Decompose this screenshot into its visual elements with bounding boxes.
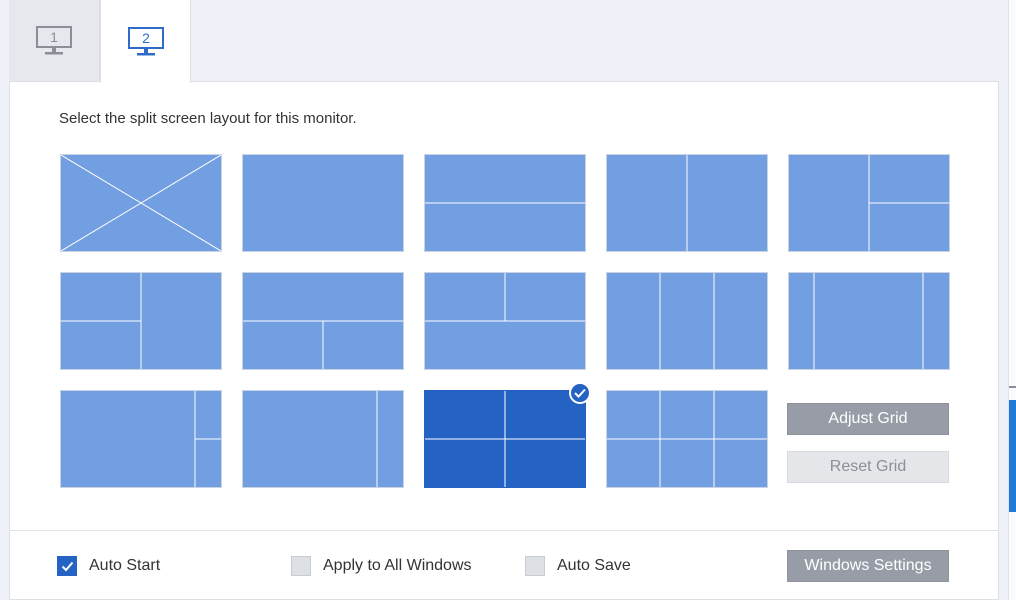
instruction-text: Select the split screen layout for this … [59,110,357,127]
selected-checkmark-icon [569,382,591,404]
layout-narrow-wide-narrow[interactable] [788,272,950,370]
layout-top-split-plus-bottom[interactable] [424,272,586,370]
layout-wide-plus-narrow-right-diagram [376,391,378,487]
checkmark-icon [61,561,73,571]
layout-two-columns[interactable] [606,154,768,252]
background-window-fragment [1009,400,1016,512]
tab-monitor-2[interactable]: 2 [100,0,191,83]
monitor-tabs: 1 2 [9,0,191,83]
auto-start-label: Auto Start [89,557,161,574]
auto-start-option[interactable]: Auto Start [57,556,160,576]
layout-left-split-plus-right[interactable] [60,272,222,370]
layout-grid-2x2-diagram [425,391,585,487]
layout-top-plus-bottom-split-diagram [243,320,403,369]
layout-two-rows-diagram [425,202,585,204]
layout-none[interactable] [60,154,222,252]
windows-settings-button[interactable]: Windows Settings [787,550,949,582]
apply-to-all-windows-option[interactable]: Apply to All Windows [291,556,472,576]
layout-wide-plus-narrow-right[interactable] [242,390,404,488]
apply-to-all-windows-checkbox[interactable] [291,556,311,576]
monitor-icon: 1 [36,26,72,55]
auto-save-checkbox[interactable] [525,556,545,576]
apply-to-all-windows-label: Apply to All Windows [323,557,472,574]
layout-two-columns-diagram [686,155,688,251]
auto-start-checkbox[interactable] [57,556,77,576]
tab-monitor-1[interactable]: 1 [9,0,100,82]
background-window-line [1009,386,1016,388]
layout-none-diagram [61,155,221,251]
monitor-icon: 2 [127,26,164,55]
layout-top-split-plus-bottom-diagram [425,273,585,322]
layout-wide-plus-right-split[interactable] [60,390,222,488]
auto-save-label: Auto Save [557,557,631,574]
background-window-edge [1008,0,1016,600]
layout-wide-plus-right-split-diagram [194,391,221,487]
tab-monitor-2-number: 2 [142,30,150,46]
layout-two-rows[interactable] [424,154,586,252]
layout-narrow-wide-narrow-diagram [813,273,924,369]
divider [10,530,998,531]
layout-three-columns-diagram [659,273,715,369]
layout-left-plus-right-split[interactable] [788,154,950,252]
layout-top-plus-bottom-split[interactable] [242,272,404,370]
layout-grid-3x2[interactable] [606,390,768,488]
adjust-grid-button[interactable]: Adjust Grid [787,403,949,435]
auto-save-option[interactable]: Auto Save [525,556,631,576]
reset-grid-button[interactable]: Reset Grid [787,451,949,483]
layout-left-split-plus-right-diagram [61,273,142,369]
layout-grid-3x2-diagram [607,391,767,487]
layout-full[interactable] [242,154,404,252]
layout-three-columns[interactable] [606,272,768,370]
layout-left-plus-right-split-diagram [868,155,949,251]
layout-panel: Select the split screen layout for this … [9,81,999,600]
tab-monitor-1-number: 1 [50,29,58,45]
layout-grid-2x2[interactable] [424,382,591,488]
